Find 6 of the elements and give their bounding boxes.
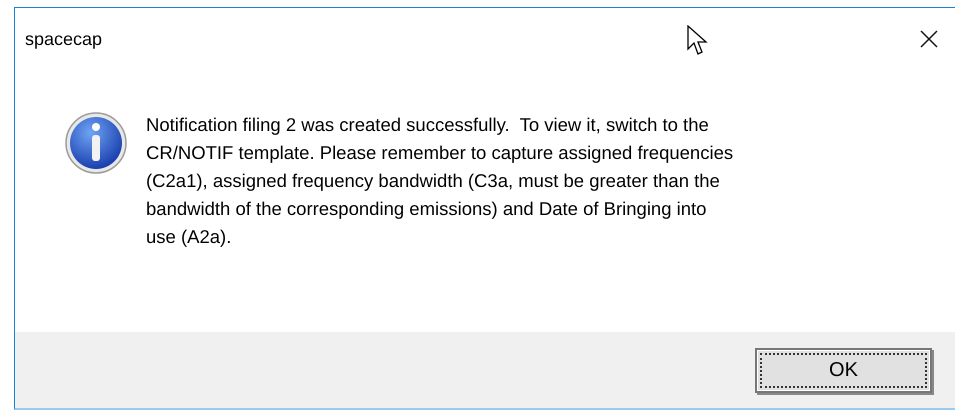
message-text: Notification filing 2 was created successfully. To view it, switch to the CR/NOTIF template. Please remember to capture assigned frequencies (C2a1), assigned frequency bandwidth (C3a, must be greater than the bandwidth of the corresponding emissions) and Date of Bringing into use (A2a).: [146, 113, 734, 249]
close-icon: [920, 30, 938, 48]
ok-button[interactable]: OK: [755, 348, 932, 392]
information-icon: [64, 111, 128, 175]
window-title: spacecap: [25, 28, 102, 51]
mouse-pointer-icon: [687, 25, 709, 57]
